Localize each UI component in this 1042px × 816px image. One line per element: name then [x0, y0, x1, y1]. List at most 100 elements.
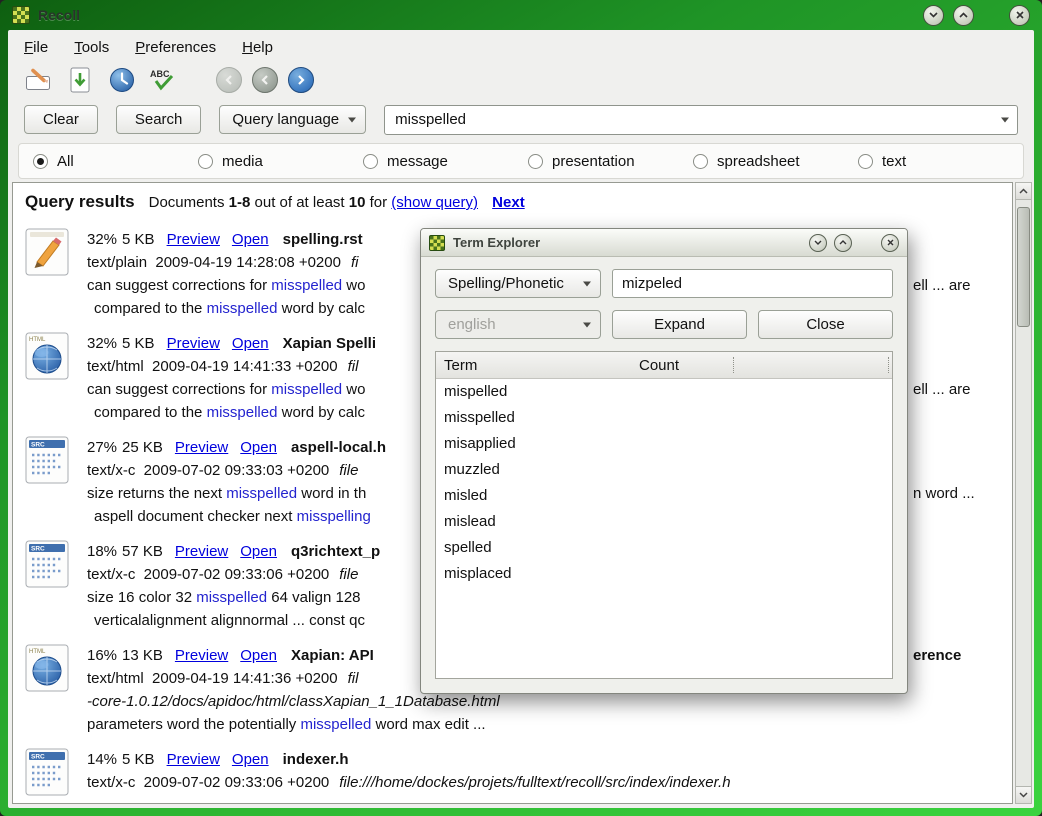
- clear-search-icon: [25, 67, 51, 93]
- term-row[interactable]: mislead: [436, 509, 892, 535]
- term-column-header[interactable]: Term: [436, 357, 639, 374]
- filter-all[interactable]: All: [33, 153, 198, 170]
- search-input[interactable]: [384, 105, 1018, 135]
- term-row[interactable]: misapplied: [436, 431, 892, 457]
- preview-link[interactable]: Preview: [167, 231, 220, 248]
- search-button[interactable]: Search: [116, 105, 202, 134]
- result-path: file:///home/dockes/projets/fulltext/rec…: [339, 774, 730, 791]
- open-link[interactable]: Open: [240, 439, 277, 456]
- snippet-highlight: misspelled: [300, 716, 371, 733]
- open-link[interactable]: Open: [232, 231, 269, 248]
- result-mimetype: text/x-c 2009-07-02 09:33:06 +0200: [87, 774, 329, 791]
- dialog-titlebar[interactable]: Term Explorer: [421, 229, 907, 257]
- result-title: aspell-local.h: [291, 439, 386, 456]
- clear-button[interactable]: Clear: [24, 105, 98, 134]
- spellcheck-abc-icon: ABC: [149, 67, 179, 93]
- close-button[interactable]: [1009, 5, 1030, 26]
- show-query-link[interactable]: (show query): [391, 194, 478, 211]
- term-table-body: mispelled misspelled misapplied muzzled …: [436, 379, 892, 587]
- dialog-shade-button[interactable]: [809, 234, 827, 252]
- arrow-left-icon: [224, 75, 234, 85]
- term-match-type-combo[interactable]: Spelling/Phonetic: [435, 269, 601, 298]
- menu-help[interactable]: Help: [242, 39, 273, 56]
- unshade-button[interactable]: [953, 5, 974, 26]
- term-row[interactable]: misspelled: [436, 405, 892, 431]
- snippet-highlight: misspelled: [271, 277, 342, 294]
- category-filterbar: All media message presentation spreadshe…: [18, 143, 1024, 179]
- scroll-down-button[interactable]: [1016, 786, 1031, 803]
- result-mimetype: text/html 2009-04-19 14:41:33 +0200: [87, 358, 338, 375]
- arrow-left-icon: [260, 75, 270, 85]
- document-arrow-icon: [68, 67, 92, 93]
- query-language-combo[interactable]: Query language: [219, 105, 366, 134]
- menubar: File Tools Preferences Help: [8, 30, 1034, 62]
- toolbar: ABC: [8, 62, 1034, 98]
- result-percent: 27%: [87, 439, 117, 456]
- arrow-right-icon: [296, 75, 306, 85]
- scrollbar-thumb[interactable]: [1017, 207, 1030, 327]
- column-separator[interactable]: [733, 357, 734, 373]
- menu-file[interactable]: File: [24, 39, 48, 56]
- dialog-unshade-button[interactable]: [834, 234, 852, 252]
- vertical-scrollbar[interactable]: [1015, 182, 1032, 804]
- chevron-down-icon: [348, 117, 356, 122]
- svg-text:HTML: HTML: [29, 649, 46, 655]
- close-icon: [1016, 11, 1024, 19]
- dialog-close-button[interactable]: [881, 234, 899, 252]
- nav-back-button[interactable]: [252, 67, 278, 93]
- query-history-button[interactable]: [106, 65, 138, 95]
- filter-text[interactable]: text: [858, 153, 1023, 170]
- term-row[interactable]: muzzled: [436, 457, 892, 483]
- result-percent: 18%: [87, 543, 117, 560]
- column-separator[interactable]: [888, 357, 889, 373]
- shade-button[interactable]: [923, 5, 944, 26]
- filter-spreadsheet[interactable]: spreadsheet: [693, 153, 858, 170]
- snippet-highlight: misspelled: [207, 300, 278, 317]
- preview-link[interactable]: Preview: [175, 439, 228, 456]
- snippet-highlight: misspelling: [297, 508, 371, 525]
- clear-search-button[interactable]: [22, 65, 54, 95]
- preview-link[interactable]: Preview: [167, 751, 220, 768]
- preview-link[interactable]: Preview: [175, 647, 228, 664]
- radio-icon: [693, 154, 708, 169]
- menu-preferences[interactable]: Preferences: [135, 39, 216, 56]
- query-dropdown-caret-icon[interactable]: [1001, 117, 1009, 122]
- nav-forward-button[interactable]: [288, 67, 314, 93]
- html-file-icon: HTML: [25, 644, 73, 748]
- filter-presentation[interactable]: presentation: [528, 153, 693, 170]
- query-combobox: [384, 105, 1018, 135]
- term-row[interactable]: misplaced: [436, 561, 892, 587]
- menu-tools[interactable]: Tools: [74, 39, 109, 56]
- term-row[interactable]: misled: [436, 483, 892, 509]
- preview-link[interactable]: Preview: [167, 335, 220, 352]
- expand-button[interactable]: Expand: [612, 310, 747, 339]
- term-explorer-input[interactable]: [612, 269, 893, 298]
- open-link[interactable]: Open: [240, 543, 277, 560]
- term-row[interactable]: mispelled: [436, 379, 892, 405]
- dialog-window-controls: [809, 234, 899, 252]
- preview-link[interactable]: Preview: [175, 543, 228, 560]
- chevron-down-icon: [583, 281, 591, 286]
- svg-text:SRC: SRC: [31, 442, 45, 449]
- svg-text:HTML: HTML: [29, 337, 46, 343]
- count-column-header[interactable]: Count: [639, 357, 679, 374]
- save-results-button[interactable]: [64, 65, 96, 95]
- nav-first-button[interactable]: [216, 67, 242, 93]
- open-link[interactable]: Open: [232, 751, 269, 768]
- chevron-down-icon: [1019, 792, 1028, 798]
- svg-text:SRC: SRC: [31, 546, 45, 553]
- open-link[interactable]: Open: [240, 647, 277, 664]
- term-explorer-button[interactable]: ABC: [148, 65, 180, 95]
- open-link[interactable]: Open: [232, 335, 269, 352]
- snippet-highlight: misspelled: [196, 589, 267, 606]
- filter-message[interactable]: message: [363, 153, 528, 170]
- result-size: 5 KB: [122, 231, 155, 248]
- language-combo[interactable]: english: [435, 310, 601, 339]
- chevron-up-icon: [1019, 188, 1028, 194]
- snippet-line: parameters word the potentially misspell…: [87, 713, 1012, 736]
- next-page-link[interactable]: Next: [492, 194, 525, 211]
- term-row[interactable]: spelled: [436, 535, 892, 561]
- filter-media[interactable]: media: [198, 153, 363, 170]
- scroll-up-button[interactable]: [1016, 183, 1031, 200]
- close-dialog-button[interactable]: Close: [758, 310, 893, 339]
